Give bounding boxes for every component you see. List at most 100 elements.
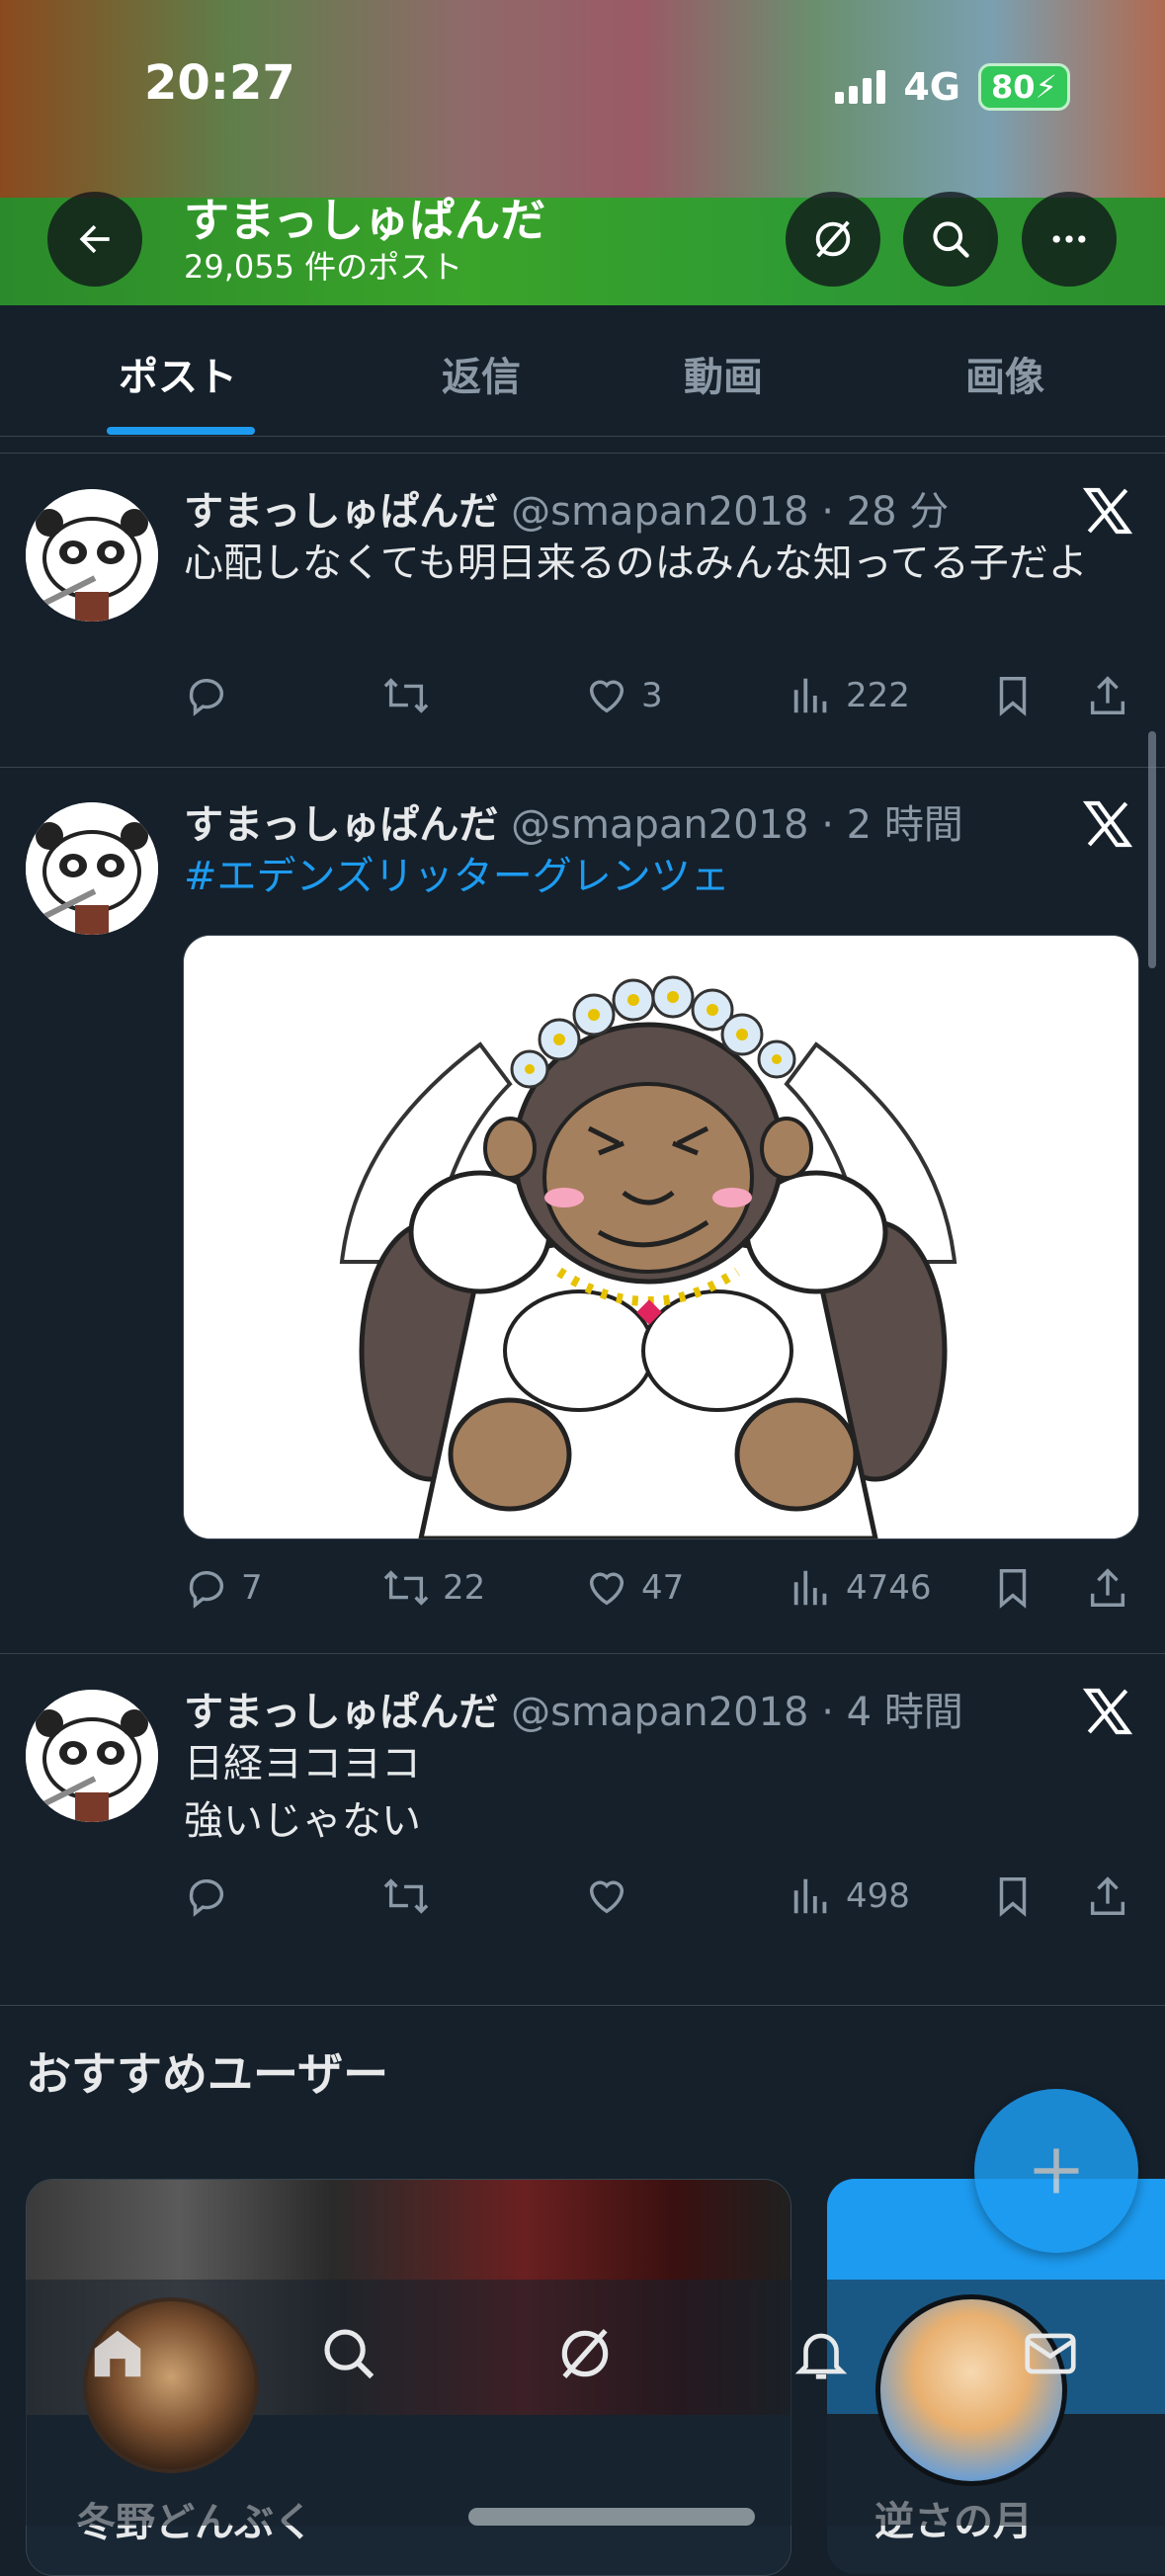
author-handle: @smapan2018 <box>511 1690 809 1735</box>
profile-tabs: ポスト 返信 動画 画像 <box>0 305 1165 437</box>
post-header: すまっしゅぱんだ @smapan2018 · 2 時間 <box>184 792 963 850</box>
x-logo-icon[interactable] <box>1080 1684 1135 1739</box>
back-button[interactable] <box>47 192 142 287</box>
avatar[interactable] <box>26 802 158 935</box>
post-text-line: 日経ヨコヨコ <box>184 1741 421 1787</box>
views-button[interactable]: 4746 <box>789 1565 932 1611</box>
share-button[interactable] <box>1085 1873 1130 1919</box>
view-count: 222 <box>846 676 910 715</box>
battery-icon: 80⚡ <box>978 63 1070 111</box>
reply-icon <box>189 679 224 716</box>
author-handle: @smapan2018 <box>511 802 809 848</box>
more-button[interactable] <box>1022 192 1117 287</box>
like-count: 3 <box>641 676 663 715</box>
reply-button[interactable] <box>184 1873 241 1919</box>
post-item[interactable]: すまっしゅぱんだ @smapan2018 · 28 分 心配しなくても明日来るの… <box>0 453 1165 768</box>
recommended-users-title: おすすめユーザー <box>26 2047 389 2101</box>
reply-count: 7 <box>241 1568 263 1608</box>
nav-grok[interactable] <box>550 2319 620 2388</box>
reply-button[interactable] <box>184 673 241 718</box>
search-button[interactable] <box>903 192 998 287</box>
nav-home[interactable] <box>83 2319 152 2388</box>
post-header: すまっしゅぱんだ @smapan2018 · 28 分 <box>184 479 949 537</box>
grok-icon <box>561 2329 609 2378</box>
profile-name: すまっしゅぱんだ <box>184 194 546 247</box>
repost-count: 22 <box>443 1568 486 1608</box>
post-actions: 7 22 47 4746 <box>184 1565 1132 1624</box>
network-label: 4G <box>903 65 960 109</box>
bookmark-button[interactable] <box>990 1873 1036 1919</box>
reply-button[interactable]: 7 <box>184 1565 263 1611</box>
share-button[interactable] <box>1085 673 1130 718</box>
nav-search[interactable] <box>314 2319 383 2388</box>
gorilla-bride-illustration <box>184 936 1138 1538</box>
plus-icon <box>1034 2148 1079 2194</box>
author-name[interactable]: すまっしゅぱんだ <box>184 489 498 535</box>
signal-icon <box>835 70 886 104</box>
arrow-left-icon <box>79 224 110 254</box>
post-text-line: 強いじゃない <box>184 1798 421 1844</box>
panda-avatar-icon <box>26 489 158 622</box>
post-text: 日経ヨコヨコ 強いじゃない <box>184 1735 1103 1850</box>
views-button[interactable]: 222 <box>789 673 910 718</box>
analytics-icon <box>793 1878 827 1914</box>
profile-header: 20:27 4G 80⚡ すまっしゅぱんだ 29,055 件のポスト <box>0 0 1165 305</box>
tab-replies[interactable]: 返信 <box>442 345 521 402</box>
grok-button[interactable] <box>786 192 880 287</box>
hashtag-link[interactable]: #エデンズリッターグレンツェ <box>184 854 730 899</box>
views-button[interactable]: 498 <box>789 1873 910 1919</box>
like-button[interactable] <box>584 1873 641 1919</box>
home-icon <box>94 2330 141 2377</box>
x-logo-icon[interactable] <box>1080 796 1135 852</box>
repost-icon <box>383 1570 429 1606</box>
post-time: · 28 分 <box>821 489 950 535</box>
view-count: 498 <box>846 1876 910 1916</box>
share-icon <box>1090 1876 1125 1915</box>
tab-posts[interactable]: ポスト <box>119 345 237 402</box>
analytics-icon <box>793 678 827 713</box>
bookmark-icon <box>999 1569 1027 1609</box>
post-time: · 2 時間 <box>821 802 963 848</box>
search-icon <box>933 221 969 258</box>
repost-icon <box>383 1878 429 1914</box>
author-name[interactable]: すまっしゅぱんだ <box>184 802 498 848</box>
panda-avatar-icon <box>26 802 158 935</box>
post-header: すまっしゅぱんだ @smapan2018 · 4 時間 <box>184 1680 963 1737</box>
post-hashtag[interactable]: #エデンズリッターグレンツェ <box>184 848 1103 905</box>
compose-post-button[interactable] <box>974 2089 1138 2253</box>
search-icon <box>324 2329 374 2379</box>
bell-icon <box>794 2333 848 2379</box>
tab-videos[interactable]: 動画 <box>684 345 763 402</box>
reply-icon <box>189 1571 224 1609</box>
repost-button[interactable] <box>381 1873 443 1919</box>
heart-icon <box>589 1572 624 1606</box>
nav-notifications[interactable] <box>787 2319 856 2388</box>
avatar[interactable] <box>26 1690 158 1822</box>
profile-title-block: すまっしゅぱんだ 29,055 件のポスト <box>184 194 545 287</box>
nav-messages[interactable] <box>1016 2319 1085 2388</box>
author-name[interactable]: すまっしゅぱんだ <box>184 1690 498 1735</box>
post-count: 29,055 件のポスト <box>184 248 463 286</box>
analytics-icon <box>793 1570 827 1606</box>
post-actions: 498 <box>184 1873 1132 1933</box>
grok-icon <box>815 220 851 258</box>
like-button[interactable]: 3 <box>584 673 663 718</box>
share-button[interactable] <box>1085 1565 1130 1611</box>
repost-button[interactable]: 22 <box>381 1565 485 1611</box>
tab-images[interactable]: 画像 <box>965 345 1044 402</box>
bookmark-icon <box>999 677 1027 716</box>
scrollbar[interactable] <box>1148 731 1156 968</box>
x-logo-icon[interactable] <box>1080 483 1135 539</box>
repost-button[interactable] <box>381 673 443 718</box>
post-image[interactable] <box>183 935 1139 1539</box>
bookmark-button[interactable] <box>990 1565 1036 1611</box>
bookmark-button[interactable] <box>990 673 1036 718</box>
post-item[interactable]: すまっしゅぱんだ @smapan2018 · 4 時間 日経ヨコヨコ 強いじゃな… <box>0 1654 1165 2006</box>
avatar[interactable] <box>26 489 158 622</box>
like-button[interactable]: 47 <box>584 1565 684 1611</box>
home-indicator[interactable] <box>468 2508 755 2526</box>
post-time: · 4 時間 <box>821 1690 963 1735</box>
author-handle: @smapan2018 <box>511 489 809 535</box>
status-time: 20:27 <box>144 55 295 111</box>
post-text: 心配しなくても明日来るのはみんな知ってる子だよ <box>184 540 1088 586</box>
